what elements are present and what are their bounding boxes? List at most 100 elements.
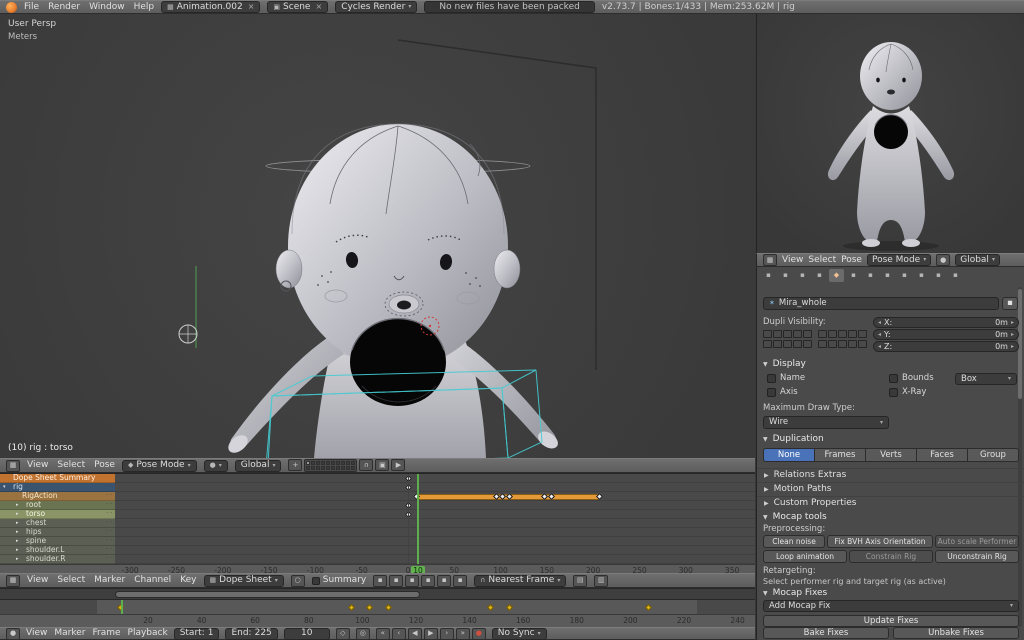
tab-physics-icon[interactable]: ▪ [948, 269, 963, 282]
paste-keyframes-icon[interactable]: ▥ [594, 575, 608, 587]
dupli-visibility-layer-toggle[interactable] [818, 340, 827, 348]
mini-viewport-menu-view[interactable]: View [782, 256, 803, 265]
viewport-shading-selector[interactable]: ●▾ [204, 460, 228, 472]
dupli-visibility-layer-toggle[interactable] [818, 330, 827, 338]
tab-scene-icon[interactable]: ▪ [795, 269, 810, 282]
timeline-menu-marker[interactable]: Marker [54, 629, 85, 638]
dupli-visibility-layer-toggle[interactable] [773, 340, 782, 348]
channel-shoulder-r[interactable]: ▸shoulder.R· · [0, 555, 115, 564]
render-still-icon[interactable]: ▣ [375, 459, 389, 471]
pin-id-button[interactable]: ▪ [1002, 297, 1018, 310]
channel-dope-sheet-summary[interactable]: Dope Sheet Summary [0, 474, 115, 483]
fix-bvh-axis-orientation-button[interactable]: Fix BVH Axis Orientation [827, 535, 933, 548]
mocap-fixes-panel-header[interactable]: ▼Mocap Fixes [763, 589, 827, 598]
manipulator-icon[interactable]: + [288, 459, 302, 471]
tab-object-icon[interactable]: ◆ [829, 269, 844, 282]
auto-key-icon[interactable]: ◎ [356, 628, 370, 640]
screen-layout-selector[interactable]: ▦ Animation.002 × [161, 1, 260, 13]
dopesheet-menu-select[interactable]: Select [57, 576, 85, 585]
channel-hips[interactable]: ▸hips· · [0, 528, 115, 537]
dupli-visibility-layer-toggle[interactable] [773, 330, 782, 338]
start-frame-field[interactable]: Start:1 [174, 628, 220, 640]
channel-chest[interactable]: ▸chest· · [0, 519, 115, 528]
dupli-z-slider[interactable]: ◂Z:0m▸ [873, 341, 1019, 352]
draw-type-dropdown[interactable]: Wire▾ [763, 416, 889, 429]
timeline-ruler[interactable]: 20406080100120140160180200220240 [0, 614, 755, 627]
dupli-visibility-layer-toggle[interactable] [793, 340, 802, 348]
blender-logo-icon[interactable] [6, 2, 17, 13]
tab-particles-icon[interactable]: ▪ [931, 269, 946, 282]
name-checkbox[interactable] [767, 374, 776, 383]
dupli-visibility-layer-toggle[interactable] [848, 330, 857, 338]
dupli-visibility-layer-toggle[interactable] [858, 340, 867, 348]
topbar-menu-render[interactable]: Render [48, 3, 80, 12]
dupli-visibility-layer-toggle[interactable] [783, 340, 792, 348]
dupli-visibility-layer-toggle[interactable] [838, 340, 847, 348]
summary-checkbox[interactable] [312, 577, 320, 585]
viewport-shading-icon[interactable]: ● [936, 254, 950, 266]
play-reverse-button[interactable]: ◀ [408, 628, 422, 640]
viewport-menu-pose[interactable]: Pose [94, 461, 115, 470]
tab-render-icon[interactable]: ▪ [761, 269, 776, 282]
editor-type-icon[interactable]: ▦ [6, 575, 20, 587]
tab-constraints-icon[interactable]: ▪ [846, 269, 861, 282]
close-icon[interactable]: × [248, 3, 255, 11]
record-button[interactable]: ● [472, 628, 486, 640]
xray-checkbox[interactable] [889, 388, 898, 397]
snap-magnet-icon[interactable]: ∩ [359, 459, 373, 471]
editor-type-icon[interactable]: ● [6, 628, 20, 640]
viewport-menu-view[interactable]: View [27, 461, 48, 470]
duplication-none-button[interactable]: None [763, 448, 815, 462]
duplication-group-button[interactable]: Group [967, 448, 1019, 462]
topbar-menu-help[interactable]: Help [134, 3, 155, 12]
dupli-visibility-layer-toggle[interactable] [858, 330, 867, 338]
next-keyframe-button[interactable]: › [440, 628, 454, 640]
bounds-checkbox[interactable] [889, 374, 898, 383]
scrollbar-thumb[interactable] [115, 591, 420, 598]
panel-relations-extras[interactable]: ▶Relations Extras [757, 468, 1024, 482]
topbar-menu-window[interactable]: Window [89, 3, 125, 12]
dopesheet-menu-channel[interactable]: Channel [134, 576, 171, 585]
tab-texture-icon[interactable]: ▪ [914, 269, 929, 282]
panel-motion-paths[interactable]: ▶Motion Paths [757, 482, 1024, 496]
dupli-visibility-layer-toggle[interactable] [828, 330, 837, 338]
filter-scene-icon[interactable]: ▪ [405, 575, 419, 587]
snap-selector[interactable]: ∩ Nearest Frame▾ [474, 575, 566, 587]
object-name-field[interactable]: ✶ Mira_whole [763, 297, 999, 310]
channel-rigaction[interactable]: RigAction· · [0, 492, 115, 501]
transform-orientation-selector[interactable]: Global▾ [955, 254, 1000, 266]
axis-checkbox[interactable] [767, 388, 776, 397]
topbar-menu-file[interactable]: File [24, 3, 39, 12]
dupli-visibility-layer-toggle[interactable] [848, 340, 857, 348]
mocap-tools-panel-header[interactable]: ▼Mocap tools [763, 513, 827, 522]
display-panel-header[interactable]: ▼Display [763, 360, 806, 369]
close-icon[interactable]: × [315, 3, 322, 11]
jump-to-end-button[interactable]: » [456, 628, 470, 640]
tab-world-icon[interactable]: ▪ [812, 269, 827, 282]
duplication-panel-header[interactable]: ▼Duplication [763, 435, 824, 444]
mode-selector[interactable]: ◆ Pose Mode▾ [122, 460, 197, 472]
editor-type-icon[interactable]: ▦ [6, 460, 20, 472]
keying-set-icon[interactable]: ◇ [336, 628, 350, 640]
jump-to-start-button[interactable]: « [376, 628, 390, 640]
channel-torso[interactable]: ▸torso· · [0, 510, 115, 519]
duplication-faces-button[interactable]: Faces [916, 448, 968, 462]
transform-orientation-selector[interactable]: Global▾ [235, 460, 282, 472]
unbake-fixes-button[interactable]: Unbake Fixes [893, 627, 1019, 639]
keyframe-area[interactable] [115, 474, 755, 564]
dupli-visibility-layer-toggle[interactable] [763, 340, 772, 348]
channel-root[interactable]: ▸root· · [0, 501, 115, 510]
play-button[interactable]: ▶ [424, 628, 438, 640]
filter-material-icon[interactable]: ▪ [437, 575, 451, 587]
tab-render-layers-icon[interactable]: ▪ [778, 269, 793, 282]
tab-object-data-icon[interactable]: ▪ [880, 269, 895, 282]
timeline-menu-playback[interactable]: Playback [128, 629, 168, 638]
panel-custom-properties[interactable]: ▶Custom Properties [757, 496, 1024, 510]
dopesheet-menu-view[interactable]: View [27, 576, 48, 585]
tab-modifiers-icon[interactable]: ▪ [863, 269, 878, 282]
copy-keyframes-icon[interactable]: ▤ [573, 575, 587, 587]
mode-selector[interactable]: Pose Mode▾ [867, 254, 931, 266]
bake-fixes-button[interactable]: Bake Fixes [763, 627, 889, 639]
dupli-visibility-layer-toggle[interactable] [793, 330, 802, 338]
dupli-visibility-layer-toggle[interactable] [838, 330, 847, 338]
